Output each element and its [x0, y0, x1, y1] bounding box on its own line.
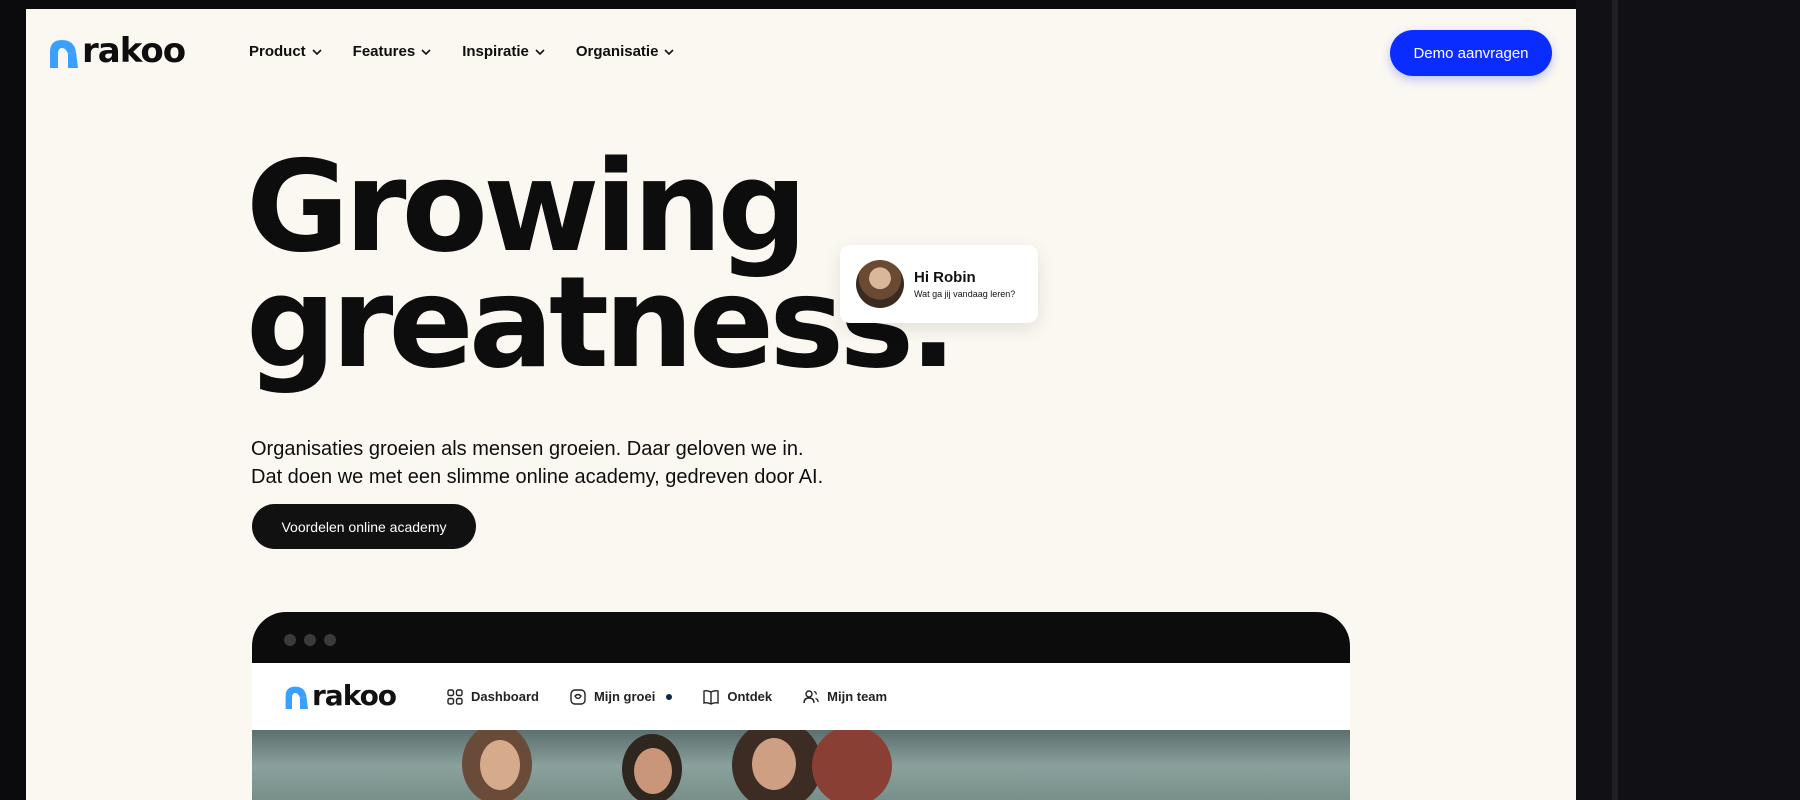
- window-dots: [284, 634, 336, 646]
- hero-photo: [252, 730, 1350, 800]
- rakoo-logo-icon: [285, 686, 308, 709]
- nav-item-label: Features: [352, 43, 416, 60]
- app-nav-mijn-team[interactable]: Mijn team: [802, 688, 887, 706]
- rakoo-logo[interactable]: rakoo: [48, 31, 186, 71]
- greeting-card: Hi Robin Wat ga jij vandaag leren?: [840, 245, 1038, 323]
- notification-dot: [666, 693, 673, 700]
- app-nav-mijn-groei[interactable]: Mijn groei: [569, 688, 673, 706]
- app-nav-label: Ontdek: [727, 689, 773, 704]
- nav-item-features[interactable]: Features: [353, 43, 433, 60]
- app-preview: rakoo Dashboard Mijn groei Ontdek Mijn t…: [252, 612, 1350, 800]
- nav-item-label: Inspiratie: [462, 43, 529, 60]
- demo-request-button[interactable]: Demo aanvragen: [1390, 30, 1552, 76]
- avatar: [856, 260, 904, 308]
- chevron-down-icon: [421, 48, 431, 55]
- window-dot: [304, 634, 316, 646]
- rakoo-logo-icon: [50, 40, 78, 68]
- hero-text-line-2: Dat doen we met een slimme online academ…: [251, 466, 824, 488]
- nav-item-organisatie[interactable]: Organisatie: [576, 43, 676, 60]
- hero-description: Organisaties groeien als mensen groeien.…: [251, 435, 823, 491]
- academy-benefits-button[interactable]: Voordelen online academy: [252, 504, 476, 549]
- landing-page: rakoo Product Features Inspiratie Organi…: [26, 9, 1576, 800]
- app-nav-label: Dashboard: [471, 689, 539, 704]
- nav-item-label: Product: [249, 43, 306, 60]
- greeting-name: Hi Robin: [914, 269, 976, 286]
- logo-text: rakoo: [82, 31, 186, 71]
- team-icon: [803, 689, 819, 703]
- nav-item-product[interactable]: Product: [249, 43, 323, 60]
- badge-icon: [570, 688, 586, 705]
- hero-text-line-1: Organisaties groeien als mensen groeien.…: [251, 438, 804, 460]
- window-divider[interactable]: [1612, 0, 1618, 800]
- main-nav: Product Features Inspiratie Organisatie: [249, 43, 675, 60]
- window-dot: [284, 634, 296, 646]
- app-nav-dashboard[interactable]: Dashboard: [446, 688, 539, 706]
- app-nav-label: Mijn team: [827, 689, 888, 704]
- adjacent-window: [1576, 0, 1800, 800]
- nav-item-inspiratie[interactable]: Inspiratie: [462, 43, 546, 60]
- window-dot: [324, 634, 336, 646]
- app-logo-text: rakoo: [312, 678, 397, 712]
- book-icon: [703, 689, 720, 705]
- app-nav: Dashboard Mijn groei Ontdek Mijn team: [446, 688, 887, 706]
- chevron-down-icon: [664, 48, 674, 55]
- grid-icon: [447, 688, 463, 705]
- chevron-down-icon: [312, 48, 322, 55]
- app-logo[interactable]: rakoo: [284, 678, 397, 712]
- app-nav-ontdek[interactable]: Ontdek: [702, 688, 772, 706]
- greeting-subtitle: Wat ga jij vandaag leren?: [914, 289, 1016, 299]
- chevron-down-icon: [535, 48, 545, 55]
- nav-item-label: Organisatie: [575, 43, 659, 60]
- app-navbar: rakoo Dashboard Mijn groei Ontdek Mijn t…: [252, 663, 1350, 730]
- app-nav-label: Mijn groei: [593, 689, 656, 704]
